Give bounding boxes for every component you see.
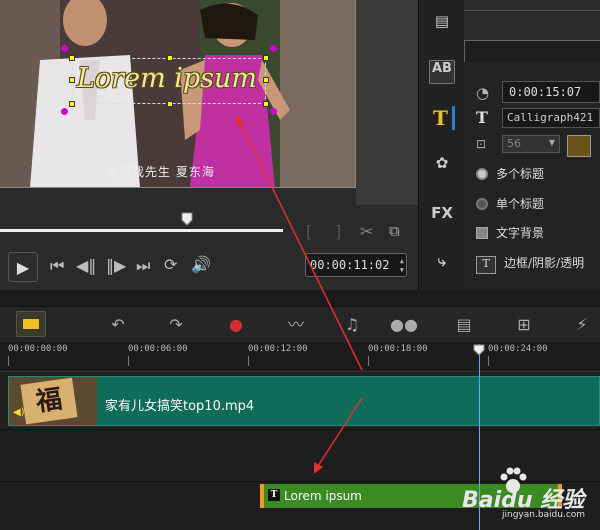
annotation-arrows: [236, 114, 363, 474]
arrow-to-title-overlay: [239, 121, 363, 371]
arrow-to-title-clip: [317, 397, 363, 467]
watermark-url: jingyan.baidu.com: [502, 510, 586, 520]
arrowhead-top: [236, 114, 245, 126]
baidu-watermark: Baidu 经验 jingyan.baidu.com: [462, 464, 600, 524]
arrowhead-bottom: [314, 462, 323, 474]
